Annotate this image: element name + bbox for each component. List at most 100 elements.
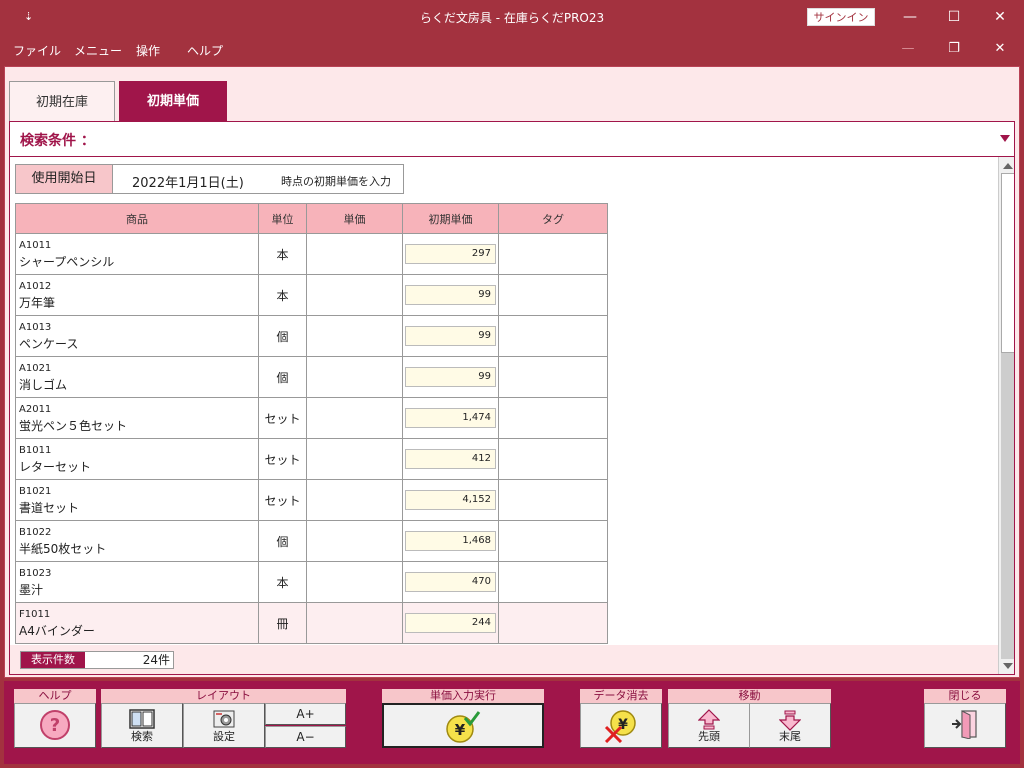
tag-cell[interactable] <box>498 602 608 644</box>
column-header-item[interactable]: 商品 <box>15 203 259 234</box>
first-record-label: 先頭 <box>698 730 720 743</box>
vertical-scrollbar[interactable] <box>998 157 1014 674</box>
start-date-label: 使用開始日 <box>16 165 113 193</box>
initial-price-cell: 297 <box>402 233 499 275</box>
clear-data-button[interactable]: ¥ <box>580 703 662 748</box>
initial-price-input[interactable]: 99 <box>405 326 496 346</box>
item-cell[interactable]: A1011 シャープペンシル <box>15 233 259 275</box>
item-name: 墨汁 <box>19 583 44 597</box>
unit-cell: セット <box>258 479 307 521</box>
item-code: F1011 <box>19 609 51 620</box>
unit-cell: 個 <box>258 356 307 398</box>
child-close-icon[interactable]: ✕ <box>988 39 1012 59</box>
close-icon[interactable]: ✕ <box>988 6 1012 28</box>
minimize-icon[interactable]: — <box>898 6 922 28</box>
initial-price-cell: 99 <box>402 356 499 398</box>
initial-price-input[interactable]: 99 <box>405 285 496 305</box>
tag-cell[interactable] <box>498 274 608 316</box>
price-cell <box>306 520 403 562</box>
font-increase-button[interactable]: A+ <box>265 703 346 725</box>
scroll-down-icon[interactable] <box>1003 663 1013 669</box>
item-cell[interactable]: F1011 A4バインダー <box>15 602 259 644</box>
settings-button[interactable]: 設定 <box>183 703 265 748</box>
title-bar: ⇣ らくだ文房具 - 在庫らくだPRO23 サインイン — ☐ ✕ <box>0 0 1024 34</box>
item-cell[interactable]: A2011 蛍光ペン５色セット <box>15 397 259 439</box>
item-code: B1022 <box>19 527 52 538</box>
column-header-initial-price[interactable]: 初期単価 <box>402 203 499 234</box>
tag-cell[interactable] <box>498 233 608 275</box>
price-cell <box>306 602 403 644</box>
search-conditions-bar[interactable]: 検索条件 ： <box>9 121 1015 157</box>
execute-price-entry-button[interactable]: ¥ <box>382 703 544 748</box>
initial-price-input[interactable]: 412 <box>405 449 496 469</box>
maximize-icon[interactable]: ☐ <box>942 6 966 28</box>
first-record-button[interactable]: 先頭 <box>668 703 750 748</box>
initial-price-cell: 1,474 <box>402 397 499 439</box>
table-row[interactable]: A1012 万年筆 本 99 <box>15 274 608 316</box>
scroll-track[interactable] <box>1001 173 1014 659</box>
table-row[interactable]: A2011 蛍光ペン５色セット セット 1,474 <box>15 397 608 439</box>
item-code: B1023 <box>19 568 52 579</box>
item-cell[interactable]: B1011 レターセット <box>15 438 259 480</box>
table-row[interactable]: A1021 消しゴム 個 99 <box>15 356 608 398</box>
item-cell[interactable]: B1023 墨汁 <box>15 561 259 603</box>
price-cell <box>306 356 403 398</box>
tag-cell[interactable] <box>498 479 608 521</box>
yen-check-icon: ¥ <box>446 711 481 743</box>
start-date-value[interactable]: 2022年1月1日(土) <box>132 172 244 191</box>
item-name: シャープペンシル <box>19 255 115 269</box>
menu-file[interactable]: ファイル <box>13 42 61 59</box>
initial-price-cell: 99 <box>402 274 499 316</box>
panel-layout-icon <box>129 709 155 729</box>
initial-price-input[interactable]: 244 <box>405 613 496 633</box>
menu-help[interactable]: ヘルプ <box>187 42 223 59</box>
initial-price-input[interactable]: 1,468 <box>405 531 496 551</box>
item-code: A2011 <box>19 404 52 415</box>
initial-price-input[interactable]: 297 <box>405 244 496 264</box>
table-row[interactable]: B1011 レターセット セット 412 <box>15 438 608 480</box>
tag-cell[interactable] <box>498 561 608 603</box>
help-button[interactable]: ? <box>14 703 96 748</box>
tag-cell[interactable] <box>498 520 608 562</box>
item-cell[interactable]: A1013 ペンケース <box>15 315 259 357</box>
scroll-up-icon[interactable] <box>1003 163 1013 169</box>
table-row[interactable]: A1013 ペンケース 個 99 <box>15 315 608 357</box>
tag-cell[interactable] <box>498 438 608 480</box>
yen-glyph-delete: ¥ <box>618 717 628 733</box>
column-header-price[interactable]: 単価 <box>306 203 403 234</box>
item-cell[interactable]: B1021 書道セット <box>15 479 259 521</box>
column-header-unit[interactable]: 単位 <box>258 203 307 234</box>
signin-button[interactable]: サインイン <box>807 8 875 26</box>
tag-cell[interactable] <box>498 315 608 357</box>
table-row[interactable]: B1022 半紙50枚セット 個 1,468 <box>15 520 608 562</box>
clear-data-group-label: データ消去 <box>580 689 662 703</box>
tag-cell[interactable] <box>498 397 608 439</box>
last-record-button[interactable]: 末尾 <box>749 703 831 748</box>
close-button[interactable] <box>924 703 1006 748</box>
menu-operation[interactable]: 操作 <box>136 42 160 59</box>
table-row[interactable]: F1011 A4バインダー 冊 244 <box>15 602 608 644</box>
item-cell[interactable]: B1022 半紙50枚セット <box>15 520 259 562</box>
item-cell[interactable]: A1021 消しゴム <box>15 356 259 398</box>
initial-price-input[interactable]: 99 <box>405 367 496 387</box>
child-minimize-icon[interactable]: — <box>896 39 920 59</box>
font-decrease-button[interactable]: A− <box>265 726 346 748</box>
search-layout-button[interactable]: 検索 <box>101 703 183 748</box>
scroll-thumb[interactable] <box>1001 173 1014 353</box>
initial-price-cell: 1,468 <box>402 520 499 562</box>
column-header-tag[interactable]: タグ <box>498 203 608 234</box>
table-row[interactable]: A1011 シャープペンシル 本 297 <box>15 233 608 275</box>
tab-initial-stock[interactable]: 初期在庫 <box>9 81 115 123</box>
menu-menu[interactable]: メニュー <box>74 42 122 59</box>
table-row[interactable]: B1023 墨汁 本 470 <box>15 561 608 603</box>
initial-price-input[interactable]: 1,474 <box>405 408 496 428</box>
tag-cell[interactable] <box>498 356 608 398</box>
table-row[interactable]: B1021 書道セット セット 4,152 <box>15 479 608 521</box>
tab-initial-price[interactable]: 初期単価 <box>119 81 227 123</box>
initial-price-input[interactable]: 470 <box>405 572 496 592</box>
item-cell[interactable]: A1012 万年筆 <box>15 274 259 316</box>
initial-price-input[interactable]: 4,152 <box>405 490 496 510</box>
content-area: 使用開始日 2022年1月1日(土) 時点の初期単価を入力 商品 単位 単価 初… <box>9 157 1015 675</box>
chevron-down-icon[interactable] <box>1000 135 1010 142</box>
child-restore-icon[interactable]: ❐ <box>942 39 966 59</box>
